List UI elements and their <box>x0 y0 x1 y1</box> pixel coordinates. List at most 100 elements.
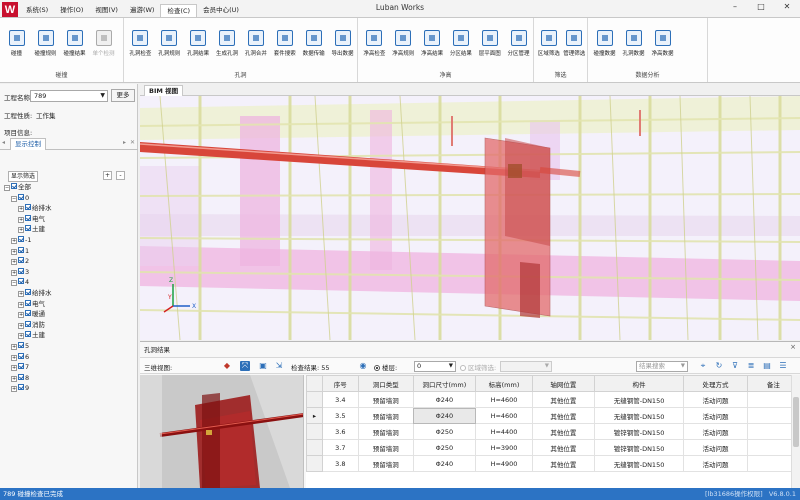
tree-item[interactable]: − 全部 <box>4 182 31 192</box>
table-cell[interactable]: 预留墙洞 <box>357 423 414 440</box>
tree-item[interactable]: +7 <box>11 362 29 372</box>
table-cell[interactable]: 3.6 <box>321 423 359 440</box>
floor-select[interactable]: 0 ▼ <box>414 361 456 372</box>
list-icon[interactable]: ≣ <box>746 361 756 371</box>
results-search-input[interactable]: 结果搜索 ▼ <box>636 361 688 372</box>
tree-item[interactable]: + 土建 <box>18 224 45 234</box>
table-row[interactable]: 3.8 预留墙洞 Φ240 H=4900 其他位置 无缝钢管-DN150 活动问题 <box>306 455 800 472</box>
collision-results-button[interactable]: 碰撞结果 <box>60 30 89 66</box>
table-cell[interactable]: Φ250 <box>412 439 477 456</box>
area-filter-radio-button[interactable] <box>460 365 466 371</box>
table-cell[interactable]: 无缝钢管-DN150 <box>593 455 685 472</box>
tab-display-control[interactable]: 显示控制 <box>10 138 46 150</box>
bim-3d-viewport[interactable]: Z X Y <box>140 96 800 340</box>
expand-icon[interactable]: + <box>11 365 17 372</box>
table-cell[interactable]: 3.8 <box>321 455 359 472</box>
zone-results-button[interactable]: 分区结果 <box>446 30 475 66</box>
table-cell[interactable]: 活动问题 <box>683 407 748 424</box>
table-cell[interactable]: 活动问题 <box>683 423 748 440</box>
table-row[interactable]: 3.4 预留墙洞 Φ240 H=4600 其他位置 无缝钢管-DN150 活动问题 <box>306 391 800 408</box>
tree-item[interactable]: + 给排水 <box>18 203 52 213</box>
table-row[interactable]: 3.6 预留墙洞 Φ250 H=4400 其他位置 镀锌钢管-DN150 活动问题 <box>306 423 800 440</box>
settings-icon[interactable]: ☰ <box>778 361 788 371</box>
hole-merge-button[interactable]: 孔洞合并 <box>242 30 271 66</box>
tab-close-icon[interactable]: ✕ <box>130 139 135 146</box>
table-cell[interactable]: Φ240 <box>412 407 477 424</box>
expand-icon[interactable]: + <box>18 227 24 234</box>
tree-checkbox[interactable] <box>25 204 31 211</box>
area-filter-radio[interactable]: 区域筛选: <box>460 362 496 372</box>
expand-icon[interactable]: + <box>18 301 24 308</box>
row-header[interactable] <box>306 455 323 472</box>
collapse-icon[interactable]: − <box>11 280 17 287</box>
tab-prev-icon[interactable]: ◂ <box>2 139 5 146</box>
hole-results-button[interactable]: 孔洞结果 <box>184 30 213 66</box>
minimize-icon[interactable]: – <box>728 1 742 13</box>
table-row[interactable]: ▸ 3.5 预留墙洞 Φ240 H=4600 其他位置 无缝钢管-DN150 活动问题 <box>306 407 800 424</box>
tree-item[interactable]: + 电气 <box>18 299 45 309</box>
tree-checkbox[interactable] <box>18 267 24 274</box>
menu-item-4[interactable]: 检查(C) <box>160 4 198 17</box>
row-header[interactable]: ▸ <box>306 407 323 424</box>
tree-item[interactable]: +9 <box>11 383 29 393</box>
color-icon[interactable]: ◆ <box>222 361 232 371</box>
close-icon[interactable]: × <box>790 343 796 351</box>
collision-data-button[interactable]: 碰撞数据 <box>590 30 619 66</box>
tree-checkbox[interactable] <box>25 225 31 232</box>
hole-check-button[interactable]: 孔洞检查 <box>126 30 155 66</box>
close-icon[interactable]: ✕ <box>780 1 794 13</box>
area-filter-select[interactable]: ▼ <box>500 361 552 372</box>
table-cell[interactable]: 其他位置 <box>531 391 595 408</box>
tree-checkbox[interactable] <box>25 320 31 327</box>
tree-checkbox[interactable] <box>25 214 31 221</box>
expand-icon[interactable]: + <box>11 344 17 350</box>
expand-icon[interactable]: + <box>11 375 17 382</box>
export-data-button[interactable]: 导出数据 <box>328 30 357 66</box>
collision-rules-button[interactable]: 碰撞规则 <box>31 30 60 66</box>
export-excel-icon[interactable]: ▤ <box>762 361 772 371</box>
visibility-eye-icon[interactable]: ◉ <box>358 361 368 371</box>
column-header[interactable]: 标高(mm) <box>475 375 533 392</box>
table-row[interactable]: 3.7 预留墙洞 Φ250 H=3900 其他位置 镀锌钢管-DN150 活动问题 <box>306 439 800 456</box>
tree-checkbox[interactable] <box>18 246 24 253</box>
tree-item[interactable]: +1 <box>11 246 29 256</box>
tree-item[interactable]: +5 <box>11 341 29 351</box>
table-scrollbar[interactable] <box>791 375 800 488</box>
tree-item[interactable]: +6 <box>11 352 29 362</box>
expand-all-button[interactable]: + <box>103 171 112 180</box>
table-cell[interactable]: 无缝钢管-DN150 <box>593 407 685 424</box>
tree-checkbox[interactable] <box>18 193 24 200</box>
fit-view-icon[interactable]: ⤧ <box>240 361 250 371</box>
table-cell[interactable]: 预留墙洞 <box>357 455 414 472</box>
tab-bim-view[interactable]: BIM 视图 <box>144 85 184 96</box>
table-cell[interactable]: Φ240 <box>412 391 477 408</box>
table-cell[interactable]: 3.7 <box>321 439 359 456</box>
collapse-icon[interactable]: − <box>11 195 17 202</box>
project-name-select[interactable]: 789 ▼ <box>30 90 108 102</box>
tree-checkbox[interactable] <box>25 310 31 317</box>
tree-checkbox[interactable] <box>25 299 31 306</box>
tree-checkbox[interactable] <box>18 236 24 242</box>
scrollbar-thumb[interactable] <box>793 397 799 447</box>
tree-checkbox[interactable] <box>25 331 31 338</box>
tree-item[interactable]: + 消防 <box>18 320 45 330</box>
single-check-button[interactable]: 单个检测 <box>89 30 118 66</box>
locate-icon[interactable]: ⌖ <box>698 361 708 371</box>
table-cell[interactable]: 活动问题 <box>683 391 748 408</box>
tree-checkbox[interactable] <box>18 384 24 391</box>
table-cell[interactable]: 其他位置 <box>531 407 595 424</box>
column-header[interactable]: 洞口尺寸(mm) <box>412 375 477 392</box>
column-header[interactable]: 构件 <box>593 375 685 392</box>
expand-icon[interactable]: + <box>11 238 17 244</box>
tree-checkbox[interactable] <box>18 373 24 380</box>
clearance-rules-button[interactable]: 净高规则 <box>389 30 418 66</box>
expand-icon[interactable]: + <box>18 216 24 223</box>
zone-manage-button[interactable]: 分区管理 <box>504 30 533 66</box>
tree-checkbox[interactable] <box>18 363 24 370</box>
tree-item[interactable]: +3 <box>11 267 29 277</box>
more-button[interactable]: 更多 <box>111 89 135 102</box>
table-cell[interactable]: 其他位置 <box>531 423 595 440</box>
tree-item[interactable]: −4 <box>11 277 29 287</box>
expand-icon[interactable]: + <box>18 291 24 297</box>
menu-item-5[interactable]: 会员中心(U) <box>197 4 245 17</box>
